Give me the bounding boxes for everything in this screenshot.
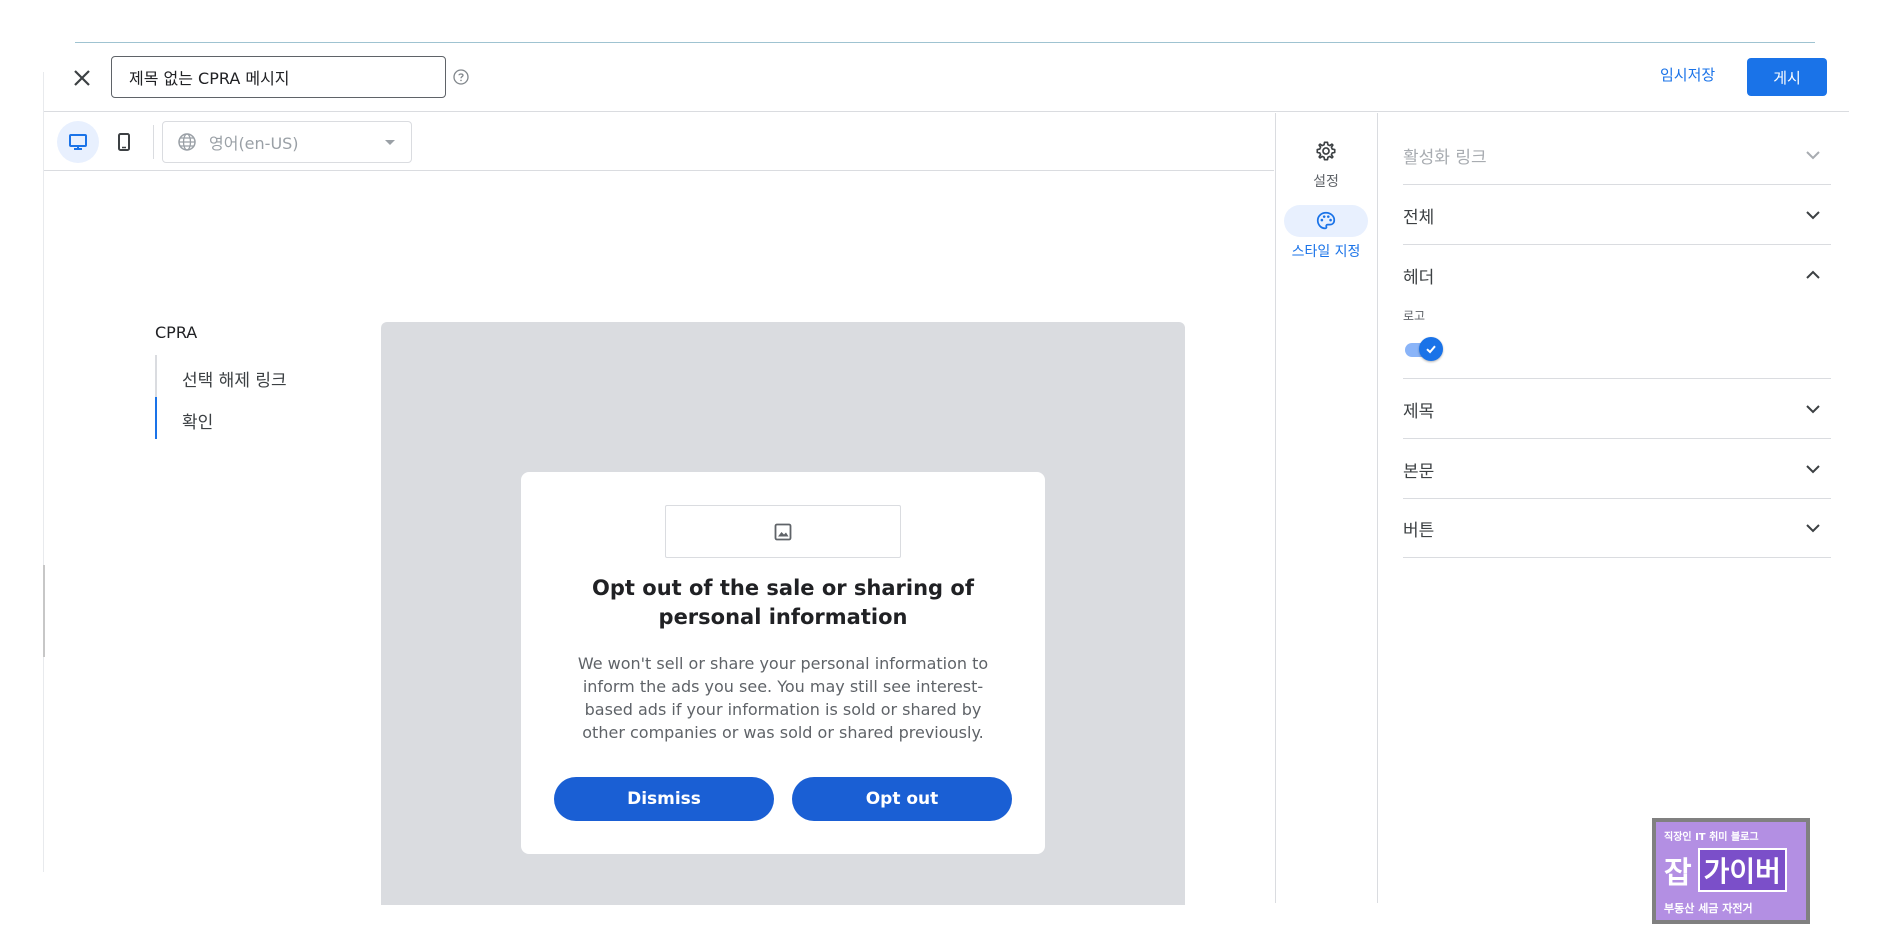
logo-placeholder[interactable] (665, 505, 901, 558)
rail-style-icon-wrap (1284, 205, 1368, 237)
chevron-down-icon (1806, 211, 1820, 220)
opt-out-button[interactable]: Opt out (792, 777, 1012, 821)
cpra-dialog-preview: Opt out of the sale or sharing of person… (521, 472, 1045, 854)
desktop-view-button[interactable] (57, 121, 99, 163)
preview-toolbar: 영어(en-US) (44, 113, 1274, 171)
logo-toggle-label: 로고 (1403, 309, 1426, 323)
rail-settings[interactable]: 설정 (1284, 135, 1368, 191)
chevron-down-icon (385, 140, 395, 145)
section-label: 헤더 (1403, 268, 1435, 288)
section-label: 활성화 링크 (1403, 148, 1487, 168)
help-icon[interactable] (452, 68, 470, 86)
section-activation-link[interactable]: 활성화 링크 (1403, 125, 1831, 185)
chevron-down-icon (1806, 405, 1820, 414)
logo-toggle[interactable] (1403, 337, 1443, 361)
mobile-view-button[interactable] (103, 121, 145, 163)
watermark-top-text: 직장인 IT 취미 블로그 (1664, 832, 1759, 843)
nav-rail-active-indicator (155, 397, 157, 439)
nav-item-optout-link[interactable]: 선택 해제 링크 (182, 366, 287, 391)
toolbar-divider (153, 125, 154, 159)
chevron-up-icon (1806, 270, 1820, 279)
chevron-down-icon (1806, 151, 1820, 160)
section-overall[interactable]: 전체 (1403, 185, 1831, 245)
check-icon (1426, 345, 1436, 354)
section-label: 버튼 (1403, 521, 1435, 541)
rail-settings-label: 설정 (1313, 174, 1339, 190)
section-title[interactable]: 제목 (1403, 379, 1831, 439)
dismiss-button[interactable]: Dismiss (554, 777, 774, 821)
close-icon (74, 70, 90, 86)
rail-style[interactable]: 스타일 지정 (1284, 205, 1368, 261)
section-label: 본문 (1403, 462, 1435, 482)
publish-button[interactable]: 게시 (1747, 58, 1827, 96)
globe-icon (178, 133, 196, 151)
watermark-big-text: 잡 (1664, 856, 1692, 891)
top-divider (75, 42, 1815, 43)
rail-settings-icon-wrap (1284, 135, 1368, 167)
nav-item-confirm[interactable]: 확인 (182, 408, 213, 433)
message-title-input[interactable] (111, 56, 446, 98)
mobile-icon (118, 133, 130, 151)
watermark-bottom-text: 부동산 세금 자전거 (1664, 902, 1753, 915)
left-edge (43, 72, 44, 872)
close-button[interactable] (64, 60, 100, 96)
rail-style-label: 스타일 지정 (1291, 244, 1361, 260)
palette-icon (1316, 211, 1336, 230)
language-value: 영어(en-US) (209, 134, 299, 153)
left-edge-marker (43, 565, 45, 657)
blog-watermark-logo: 직장인 IT 취미 블로그 잡 가이버 부동산 세금 자전거 (1652, 818, 1810, 924)
rail-divider-right (1377, 113, 1378, 903)
watermark-box-text: 가이버 (1697, 848, 1787, 892)
dialog-title: Opt out of the sale or sharing of person… (592, 576, 974, 629)
dialog-body: We won't sell or share your personal inf… (577, 654, 989, 742)
nav-title: CPRA (155, 323, 198, 342)
desktop-icon (69, 134, 87, 150)
watermark-mid: 잡 가이버 (1664, 848, 1798, 892)
language-select[interactable]: 영어(en-US) (162, 121, 412, 163)
toggle-thumb (1419, 337, 1443, 361)
section-label: 제목 (1403, 402, 1435, 422)
image-icon (774, 523, 792, 540)
section-header[interactable]: 헤더 (1403, 245, 1831, 379)
section-body[interactable]: 본문 (1403, 439, 1831, 499)
editor-header: 임시저장 게시 (44, 44, 1849, 112)
chevron-down-icon (1806, 465, 1820, 474)
rail-divider-left (1275, 113, 1276, 903)
save-draft-link[interactable]: 임시저장 (1660, 64, 1715, 85)
chevron-down-icon (1806, 524, 1820, 533)
gear-icon (1316, 141, 1336, 161)
section-buttons[interactable]: 버튼 (1403, 498, 1831, 558)
section-label: 전체 (1403, 208, 1435, 228)
